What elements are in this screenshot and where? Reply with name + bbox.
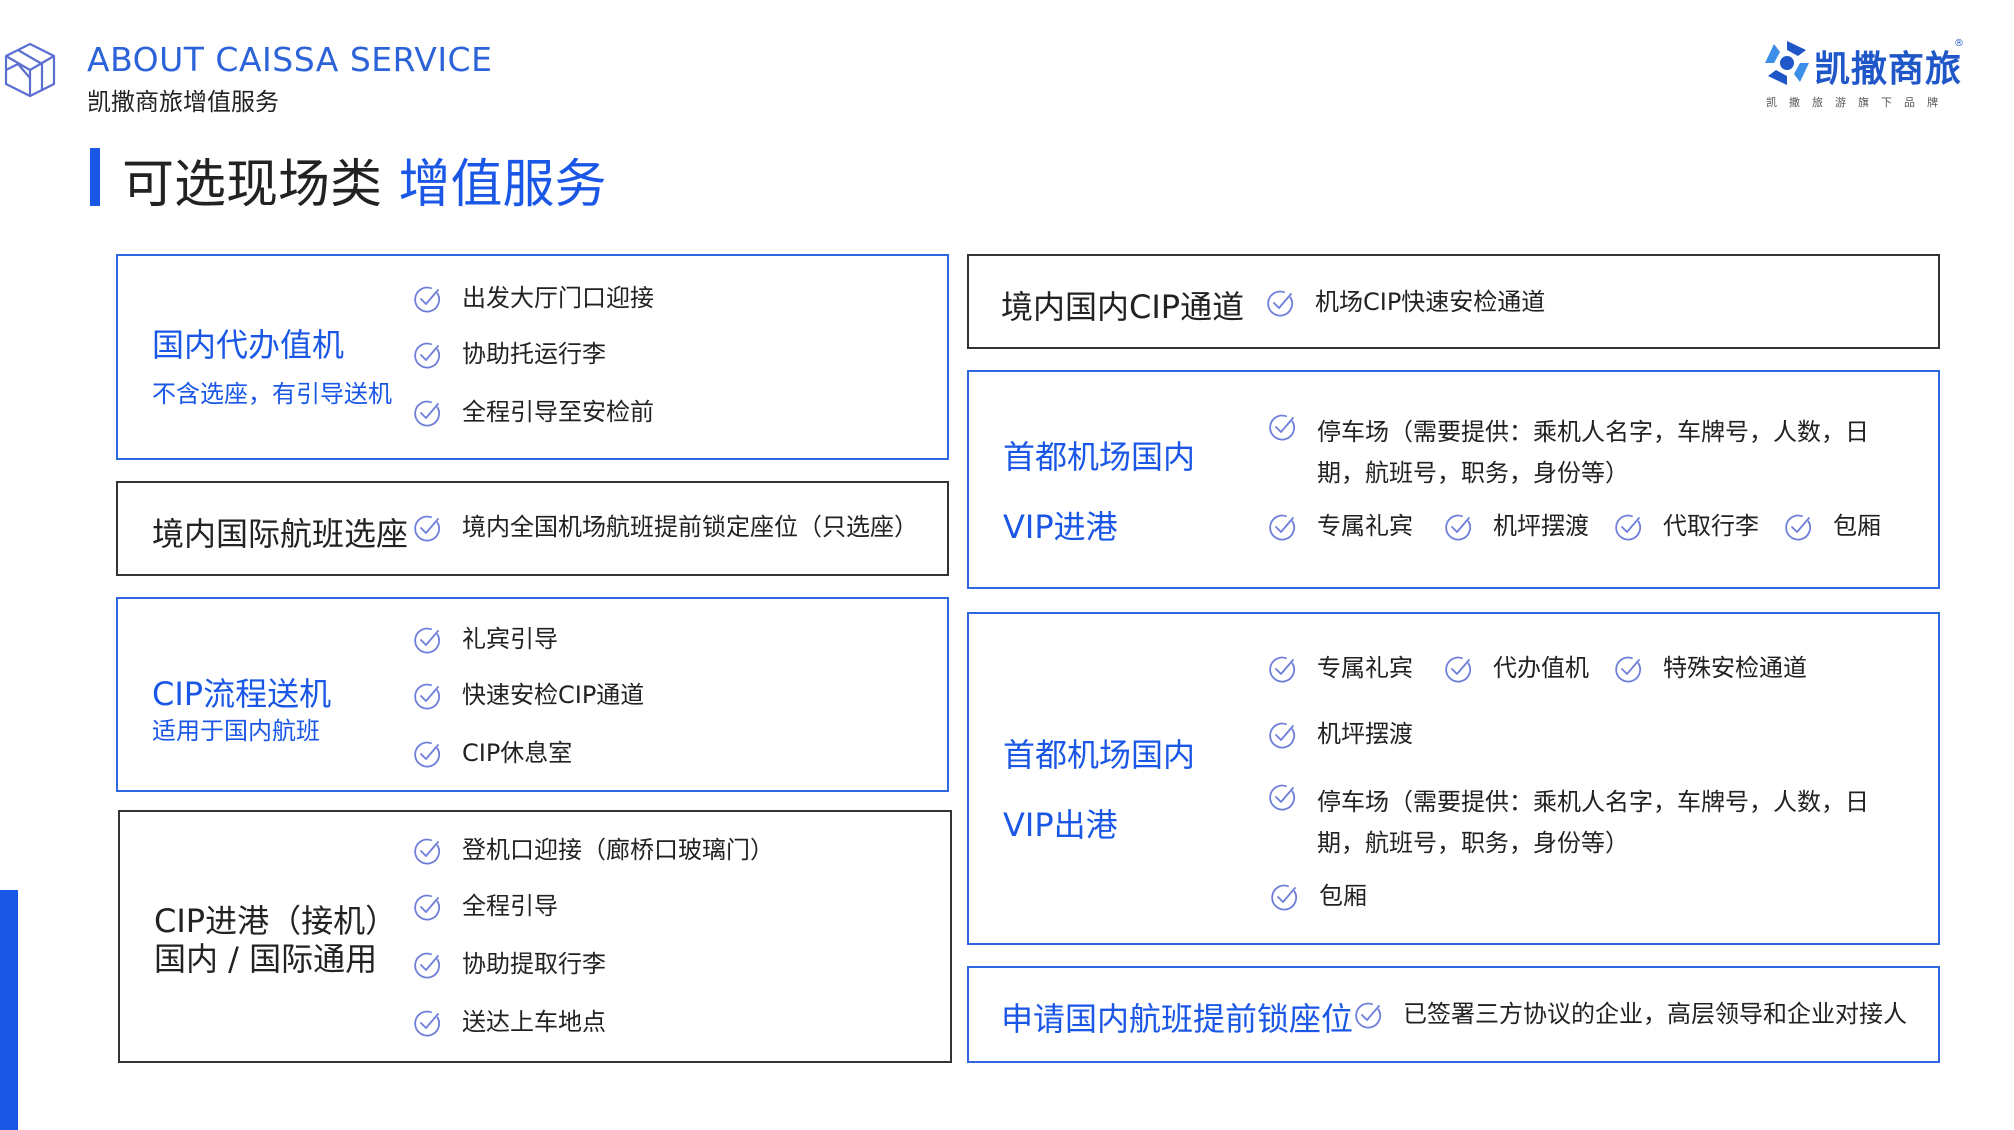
list-item: 专属礼宾 <box>1267 648 1413 689</box>
service-box-checkin: 国内代办值机 不含选座，有引导送机 出发大厅门口迎接 协助托运行李 全程引导至安… <box>116 254 949 460</box>
list-item: CIP休息室 <box>412 733 572 774</box>
service-box-seat-selection: 境内国际航班选座 境内全国机场航班提前锁定座位（只选座） <box>116 481 949 576</box>
page-title-highlight: 增值服务 <box>398 155 607 215</box>
check-circle-icon <box>412 739 442 769</box>
check-circle-icon <box>412 892 442 922</box>
page-title-normal: 可选现场类 <box>122 155 399 215</box>
brand-logo: 凯撒商旅 ® 凯撒旅游旗下品牌 <box>1762 38 1964 109</box>
check-circle-icon <box>1783 512 1813 542</box>
box-heading-line1: 首都机场国内 <box>1003 438 1196 476</box>
list-item: 出发大厅门口迎接 <box>412 278 654 319</box>
brand-tagline: 凯撒旅游旗下品牌 <box>1766 96 1950 109</box>
list-item: 专属礼宾 <box>1267 506 1413 547</box>
title-accent-bar <box>90 148 100 206</box>
box-heading: 申请国内航班提前锁座位 <box>1001 1000 1354 1038</box>
list-item: 全程引导 <box>412 886 558 927</box>
header-english-title: ABOUT CAISSA SERVICE <box>87 40 493 79</box>
list-item: 特殊安检通道 <box>1613 648 1807 689</box>
list-item-parking: 停车场（需要提供：乘机人名字，车牌号，人数，日期，航班号，职务，身份等） <box>1267 782 1907 864</box>
service-box-cip-arrival: CIP进港（接机） 国内 / 国际通用 登机口迎接（廊桥口玻璃门） 全程引导 协… <box>118 810 952 1063</box>
check-circle-icon <box>1443 654 1473 684</box>
list-item: 包厢 <box>1269 876 1367 917</box>
check-circle-icon <box>412 950 442 980</box>
check-circle-icon <box>412 398 442 428</box>
service-box-vip-departure: 首都机场国内 VIP出港 专属礼宾 代办值机 特殊安检通道 机坪摆渡 停车场（需… <box>967 612 1940 945</box>
box-heading: 境内国际航班选座 <box>152 515 409 553</box>
check-circle-icon <box>412 681 442 711</box>
check-circle-icon <box>412 625 442 655</box>
box-heading-line2: VIP出港 <box>1003 806 1118 844</box>
list-item: 已签署三方协议的企业，高层领导和企业对接人 <box>1353 994 1907 1035</box>
check-circle-icon <box>412 513 442 543</box>
check-circle-icon <box>1267 512 1297 542</box>
page-title: 可选现场类 增值服务 <box>122 142 607 217</box>
check-circle-icon <box>1613 654 1643 684</box>
check-circle-icon <box>412 284 442 314</box>
list-item: 境内全国机场航班提前锁定座位（只选座） <box>412 507 918 548</box>
list-item: 机坪摆渡 <box>1267 714 1413 755</box>
check-circle-icon <box>1443 512 1473 542</box>
check-circle-icon <box>1269 882 1299 912</box>
box-heading-line1: 首都机场国内 <box>1003 736 1196 774</box>
box-heading: 境内国内CIP通道 <box>1001 288 1245 326</box>
check-circle-icon <box>1267 412 1297 442</box>
check-circle-icon <box>1267 782 1297 812</box>
check-circle-icon <box>412 340 442 370</box>
list-item: 登机口迎接（廊桥口玻璃门） <box>412 830 774 871</box>
check-circle-icon <box>1267 654 1297 684</box>
box-heading: 国内代办值机 <box>152 326 345 364</box>
caissa-hex-logo-icon <box>4 42 56 98</box>
list-item: 协助托运行李 <box>412 334 606 375</box>
check-circle-icon <box>1267 720 1297 750</box>
box-heading-line2: 国内 / 国际通用 <box>154 940 378 978</box>
list-item: 代办值机 <box>1443 648 1589 689</box>
list-item: 包厢 <box>1783 506 1881 547</box>
left-accent-bar <box>0 890 18 1130</box>
list-item: 代取行李 <box>1613 506 1759 547</box>
check-circle-icon <box>1613 512 1643 542</box>
brand-mark-icon <box>1765 41 1809 85</box>
list-item: 全程引导至安检前 <box>412 392 654 433</box>
header-chinese-subtitle: 凯撒商旅增值服务 <box>87 88 279 116</box>
service-box-cip-departure: CIP流程送机 适用于国内航班 礼宾引导 快速安检CIP通道 CIP休息室 <box>116 597 949 792</box>
box-heading-line2: VIP进港 <box>1003 508 1118 546</box>
check-circle-icon <box>1353 1000 1383 1030</box>
check-circle-icon <box>412 836 442 866</box>
box-heading: CIP流程送机 <box>152 675 332 713</box>
check-circle-icon <box>412 1008 442 1038</box>
brand-name: 凯撒商旅 <box>1814 49 1963 90</box>
service-box-cip-channel: 境内国内CIP通道 机场CIP快速安检通道 <box>967 254 1940 349</box>
list-item: 协助提取行李 <box>412 944 606 985</box>
list-item: 机坪摆渡 <box>1443 506 1589 547</box>
list-item: 快速安检CIP通道 <box>412 675 644 716</box>
box-subheading: 不含选座，有引导送机 <box>152 380 392 408</box>
list-item: 机场CIP快速安检通道 <box>1265 282 1545 323</box>
brand-registered-mark: ® <box>1954 38 1964 49</box>
list-item: 送达上车地点 <box>412 1002 606 1043</box>
check-circle-icon <box>1265 288 1295 318</box>
box-subheading: 适用于国内航班 <box>152 717 320 745</box>
list-item-parking: 停车场（需要提供：乘机人名字，车牌号，人数，日期，航班号，职务，身份等） <box>1267 412 1907 494</box>
service-box-seat-lock: 申请国内航班提前锁座位 已签署三方协议的企业，高层领导和企业对接人 <box>967 966 1940 1063</box>
service-box-vip-arrival: 首都机场国内 VIP进港 停车场（需要提供：乘机人名字，车牌号，人数，日期，航班… <box>967 370 1940 589</box>
list-item: 礼宾引导 <box>412 619 558 660</box>
